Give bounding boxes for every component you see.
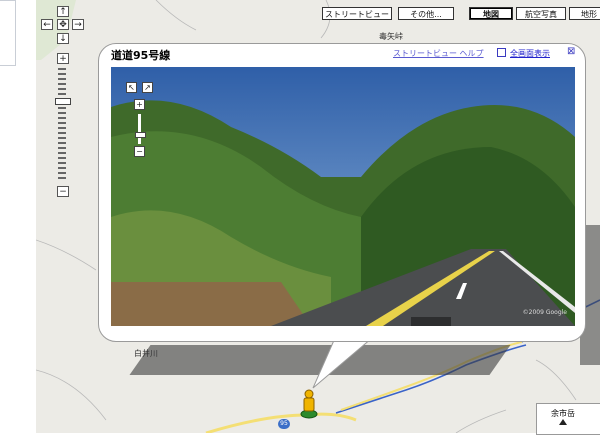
panorama-image bbox=[111, 67, 575, 326]
sv-zoom-in-button[interactable]: + bbox=[134, 99, 145, 110]
fullscreen-icon[interactable] bbox=[497, 48, 506, 57]
sv-zoom-out-button[interactable]: − bbox=[134, 146, 145, 157]
sv-copyright: ©2009 Google bbox=[522, 309, 567, 316]
route-shield: 95 bbox=[278, 419, 290, 429]
place-label-station: 余市岳 bbox=[551, 409, 575, 418]
fullscreen-link[interactable]: 全画面表示 bbox=[510, 48, 550, 59]
sv-zoom-slider[interactable] bbox=[135, 114, 146, 144]
streetview-panorama[interactable]: ↖ ↗ + − ©2009 Google bbox=[111, 67, 575, 326]
sv-rotate-right-button[interactable]: ↗ bbox=[142, 82, 153, 93]
sv-rotate-left-button[interactable]: ↖ bbox=[126, 82, 137, 93]
pegman-icon[interactable] bbox=[300, 389, 318, 419]
close-icon[interactable]: ⊠ bbox=[567, 46, 575, 57]
overview-map-badge: 余市岳 bbox=[536, 403, 600, 435]
triangle-icon bbox=[559, 419, 567, 425]
streetview-help-link[interactable]: ストリートビュー ヘルプ bbox=[393, 48, 484, 59]
infowindow-title: 道道95号線 bbox=[111, 49, 171, 62]
